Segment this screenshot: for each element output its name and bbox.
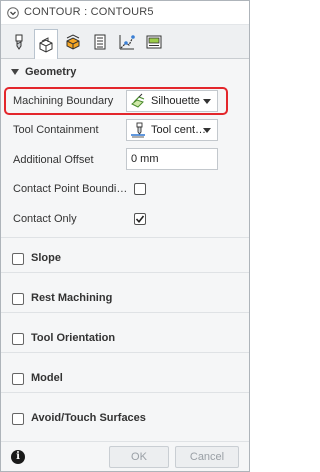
geometry-icon <box>39 36 53 53</box>
avoid-touch-surfaces-checkbox[interactable] <box>12 413 24 425</box>
tool-containment-dropdown[interactable]: Tool cent… <box>126 119 218 141</box>
additional-offset-input[interactable]: 0 mm <box>126 148 218 170</box>
divider <box>1 237 249 238</box>
post-process-icon <box>146 35 162 49</box>
tool-containment-value: Tool cent… <box>151 124 207 136</box>
chevron-down-icon <box>203 99 211 104</box>
section-title-rest-machining: Rest Machining <box>31 292 113 304</box>
tab-bar <box>1 25 249 59</box>
row-machining-boundary: Machining Boundary Silhouette <box>1 87 249 115</box>
additional-offset-value: 0 mm <box>131 153 159 165</box>
section-title-geometry: Geometry <box>25 66 77 78</box>
contour-dialog: CONTOUR : CONTOUR5 Geometry Machining Bo… <box>0 0 250 472</box>
dialog-footer: i OK Cancel <box>1 441 249 471</box>
section-title-avoid-touch-surfaces: Avoid/Touch Surfaces <box>31 412 146 424</box>
rest-machining-checkbox[interactable] <box>12 293 24 305</box>
section-header-tool-orientation[interactable]: Tool Orientation <box>1 325 249 353</box>
section-title-slope: Slope <box>31 252 61 264</box>
row-contact-only: Contact Only <box>1 205 249 233</box>
linking-icon <box>119 35 135 50</box>
tool-containment-label: Tool Containment <box>13 124 99 136</box>
tab-passes[interactable] <box>88 29 112 55</box>
section-header-model[interactable]: Model <box>1 365 249 393</box>
additional-offset-label: Additional Offset <box>13 154 94 166</box>
ok-button[interactable]: OK <box>109 446 169 468</box>
tool-orientation-checkbox[interactable] <box>12 333 24 345</box>
machining-boundary-label: Machining Boundary <box>13 95 114 107</box>
silhouette-icon <box>130 93 146 109</box>
section-title-tool-orientation: Tool Orientation <box>31 332 116 344</box>
slope-checkbox[interactable] <box>12 253 24 265</box>
title-bar: CONTOUR : CONTOUR5 <box>1 1 249 25</box>
contact-point-boundary-checkbox[interactable] <box>134 183 146 195</box>
contact-only-checkbox[interactable] <box>134 213 146 225</box>
tool-icon <box>15 34 23 50</box>
tab-post-process[interactable] <box>142 29 166 55</box>
row-additional-offset: Additional Offset 0 mm <box>1 146 249 174</box>
tab-heights[interactable] <box>61 29 85 55</box>
section-header-slope[interactable]: Slope <box>1 245 249 273</box>
row-contact-point-boundary: Contact Point Boundi… <box>1 175 249 203</box>
machining-boundary-value: Silhouette <box>151 95 200 107</box>
machining-boundary-dropdown[interactable]: Silhouette <box>126 90 218 112</box>
tool-center-icon <box>130 122 146 138</box>
tab-linking[interactable] <box>115 29 139 55</box>
passes-icon <box>94 34 106 50</box>
tab-geometry[interactable] <box>34 29 58 59</box>
row-tool-containment: Tool Containment Tool cent… <box>1 116 249 144</box>
section-header-geometry[interactable]: Geometry <box>1 59 249 87</box>
contact-point-boundary-label: Contact Point Boundi… <box>13 183 128 195</box>
section-header-avoid-touch-surfaces[interactable]: Avoid/Touch Surfaces <box>1 405 249 433</box>
info-icon[interactable]: i <box>11 450 25 464</box>
tab-tool[interactable] <box>7 29 31 55</box>
section-title-model: Model <box>31 372 63 384</box>
section-header-rest-machining[interactable]: Rest Machining <box>1 285 249 313</box>
cancel-button[interactable]: Cancel <box>175 446 239 468</box>
checkmark-icon <box>135 215 145 224</box>
heights-icon <box>66 34 80 50</box>
chevron-down-icon <box>203 128 211 133</box>
model-checkbox[interactable] <box>12 373 24 385</box>
collapse-icon[interactable] <box>7 7 19 19</box>
expand-triangle-icon[interactable] <box>11 69 19 75</box>
dialog-title: CONTOUR : CONTOUR5 <box>24 6 154 18</box>
contact-only-label: Contact Only <box>13 213 77 225</box>
